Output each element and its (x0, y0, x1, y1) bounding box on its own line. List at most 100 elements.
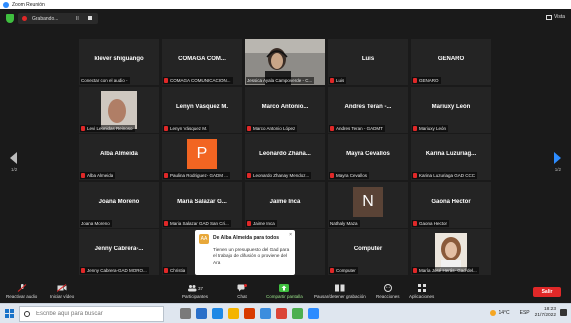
next-page-arrow-icon[interactable] (554, 152, 561, 164)
chrome-icon[interactable] (276, 308, 287, 319)
participant-tile[interactable]: N Nathaly Maza (328, 181, 408, 228)
taskbar-search-input[interactable] (36, 311, 146, 317)
participant-label: Gaona Hector (412, 219, 450, 227)
share-screen-icon (279, 284, 290, 292)
participant-label: Andres Teran - GADMT (329, 124, 385, 132)
edge-icon[interactable] (212, 308, 223, 319)
muted-microphone-icon (413, 125, 417, 131)
participant-tile[interactable]: Mayra Cevallos Mayra Cevallos (328, 134, 408, 180)
muted-microphone-icon (164, 220, 168, 226)
participant-tile[interactable]: COMAGA COM... COMAGA COMUNICACION... (162, 39, 242, 85)
participant-label: Jessica Ayala Campoverde - C... (246, 77, 315, 84)
pause-recording-icon[interactable]: II (76, 16, 79, 22)
participant-tile[interactable]: Joana Moreno Joana Moreno (79, 181, 159, 228)
chat-label: Chat (237, 294, 247, 299)
participant-tile[interactable]: Gaona Hector Gaona Hector (411, 181, 491, 228)
notifications-icon[interactable] (560, 309, 567, 317)
close-icon[interactable]: × (289, 232, 292, 238)
muted-microphone-icon (81, 125, 85, 131)
participant-label: Leonardo Zhanay Mendoz... (246, 172, 312, 179)
participant-tile[interactable]: Alba Almeida Alba Almeida (79, 134, 159, 180)
participant-tile[interactable]: Karina Luzuriag... Karina Luzuriaga GAD C… (411, 134, 491, 180)
participant-label-text: Conectar con el audio - (81, 78, 128, 83)
participants-count: 37 (198, 285, 204, 291)
app-icon[interactable] (292, 308, 303, 319)
pause-stop-recording-button[interactable]: Pausar/detener grabación (314, 284, 366, 299)
participant-label: Computer (329, 267, 358, 274)
participant-tile[interactable]: María José Herás- Gad del... (411, 229, 491, 275)
participant-label-text: COMAGA COMUNICACION... (170, 78, 231, 83)
chat-button[interactable]: Chat 1 (237, 284, 247, 299)
participant-label: Joana Moreno (80, 219, 112, 227)
muted-microphone-icon (81, 268, 85, 273)
start-video-button[interactable]: Iniciar vídeo (50, 284, 74, 299)
participant-tile[interactable]: Mariuxy León Mariuxy León (411, 86, 491, 133)
participant-label-text: Maria Salazar GAD San Cri... (170, 220, 229, 226)
weather-widget[interactable]: 14°C (490, 309, 510, 316)
reactions-button[interactable]: Reacciones (376, 284, 400, 299)
apps-label: Aplicaciones (409, 294, 435, 299)
participant-tile[interactable]: Luis Luis (328, 39, 408, 85)
participant-label: COMAGA COMUNICACION... (163, 77, 233, 84)
language-indicator[interactable]: ESP (520, 310, 530, 316)
participant-tile[interactable]: Jessica Ayala Campoverde - C... (245, 39, 325, 85)
participant-label-text: Christia (170, 268, 186, 273)
zoom-window: Zoom Reunión Grabando... II Vista 1/2 1/… (0, 0, 571, 323)
participant-label-text: Joana Moreno (81, 220, 110, 226)
unmute-label: Reactivar audio (6, 294, 38, 299)
participants-button[interactable]: 37 Participantes (182, 284, 208, 299)
participant-label: Nathaly Maza (329, 219, 360, 227)
view-button[interactable]: Vista (545, 14, 565, 20)
share-screen-button[interactable]: Compartir pantalla (266, 284, 303, 299)
participant-name: Luis (361, 56, 375, 62)
security-shield-icon[interactable] (6, 14, 14, 23)
participant-label-text: María José Herás- Gad del... (419, 268, 477, 273)
participant-tile[interactable]: Leonardo Zhana... Leonardo Zhanay Mendoz.… (245, 134, 325, 180)
muted-microphone-icon (164, 173, 168, 178)
participant-label-text: Jaime Inca (253, 220, 275, 226)
recording-indicator: Grabando... II (18, 13, 98, 24)
participant-tile[interactable]: Levi Leonidas Reinoso (79, 86, 159, 133)
participant-tile[interactable]: Lenyn Vásquez M. Lenyn Vásquez M. (162, 86, 242, 133)
chat-notification[interactable]: AA De Alba Almeida para todos × Tienen u… (195, 230, 295, 275)
participant-tile[interactable]: Jaime Inca Jaime Inca (245, 181, 325, 228)
participant-tile[interactable]: GENARO GENARO (411, 39, 491, 85)
participant-label: Alba Almeida (80, 172, 116, 179)
task-view-icon[interactable] (180, 308, 191, 319)
muted-microphone-icon (413, 268, 417, 273)
word-icon[interactable] (196, 308, 207, 319)
office-icon[interactable] (244, 308, 255, 319)
unmute-button[interactable]: Reactivar audio (6, 284, 37, 299)
participant-label: Paulina Rodriguez- GADM ... (163, 172, 231, 179)
previous-page-arrow-icon[interactable] (10, 152, 17, 164)
muted-microphone-icon (330, 173, 334, 178)
participant-tile[interactable]: Marco Antonio... Marco Antonio López (245, 86, 325, 133)
leave-button[interactable]: Salir (533, 287, 561, 297)
muted-microphone-icon (413, 78, 417, 83)
participant-name: Andres Teran -... (344, 103, 392, 110)
participant-avatar: P (187, 139, 217, 169)
file-explorer-icon[interactable] (228, 308, 239, 319)
store-icon[interactable] (260, 308, 271, 319)
muted-microphone-icon (164, 125, 168, 131)
stop-recording-icon[interactable] (88, 16, 92, 20)
participant-tile[interactable]: Maria Salazar G... Maria Salazar GAD San … (162, 181, 242, 228)
participant-tile[interactable]: Jenny Cabrera-... Jenny Cabrera-GAD MORO.… (79, 229, 159, 275)
participant-tile[interactable]: klever shiguango Conectar con el audio - (79, 39, 159, 85)
participant-tile[interactable]: Computer Computer (328, 229, 408, 275)
muted-microphone-icon (17, 284, 26, 292)
clock-date: 21/7/2022 (534, 312, 556, 318)
clock[interactable]: 18:23 21/7/2022 (535, 307, 556, 319)
taskbar-apps (180, 308, 324, 320)
search-icon (24, 311, 30, 317)
muted-microphone-icon (413, 220, 417, 226)
participant-label: Jaime Inca (246, 219, 277, 227)
apps-button[interactable]: Aplicaciones (409, 284, 434, 299)
taskbar-search[interactable] (19, 306, 164, 322)
windows-start-icon[interactable] (5, 309, 15, 319)
meeting-top-bar: Grabando... II Vista (0, 9, 571, 28)
participant-tile[interactable]: Andres Teran -... Andres Teran - GADMT (328, 86, 408, 133)
zoom-taskbar-icon[interactable] (308, 308, 319, 319)
participant-tile[interactable]: P Paulina Rodriguez- GADM ... (162, 134, 242, 180)
participant-label-text: Luis (336, 78, 345, 83)
